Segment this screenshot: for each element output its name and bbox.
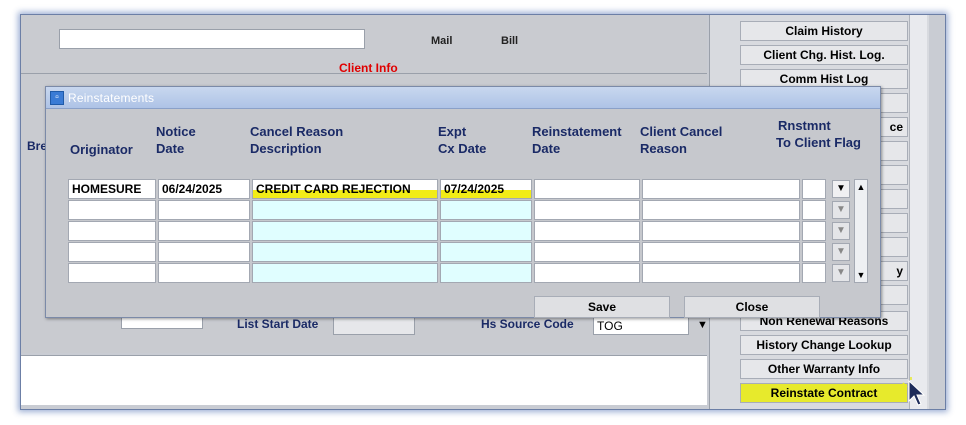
app-window: Mail Bill Client Info Bre List Start Dat… xyxy=(20,14,946,410)
grid-scrollbar[interactable]: ▲ ▼ xyxy=(854,179,868,283)
col-rnstmnt-line1: Rnstmnt xyxy=(778,118,831,133)
row4-expt-cx-date[interactable] xyxy=(440,263,532,283)
save-button[interactable]: Save xyxy=(534,296,670,318)
col-rnstmnt-line2: To Client Flag xyxy=(776,135,861,150)
bill-button[interactable]: Bill xyxy=(501,35,518,47)
bottom-panel xyxy=(21,355,707,405)
row3-notice-date[interactable] xyxy=(158,242,250,262)
row4-originator[interactable] xyxy=(68,263,156,283)
other-warranty-info-button[interactable]: Other Warranty Info xyxy=(740,359,908,379)
mail-button[interactable]: Mail xyxy=(431,35,452,47)
row0-notice-date[interactable]: 06/24/2025 xyxy=(158,179,250,199)
col-rnstmnt-flag: Rnstmnt To Client Flag xyxy=(776,117,861,151)
col-client-cancel-line1: Client Cancel xyxy=(640,124,723,139)
row3-cancel-reason[interactable] xyxy=(252,242,438,262)
col-notice-date: Notice Date xyxy=(156,123,196,157)
history-change-lookup-button[interactable]: History Change Lookup xyxy=(740,335,908,355)
close-button[interactable]: Close xyxy=(684,296,820,318)
row3-flag[interactable] xyxy=(802,242,826,262)
row0-client-cancel-reason[interactable] xyxy=(642,179,800,199)
row1-expt-cx-date[interactable] xyxy=(440,200,532,220)
row4-reinstatement-date[interactable] xyxy=(534,263,640,283)
col-expt-cx-date: Expt Cx Date xyxy=(438,123,486,157)
col-cancel-reason-line2: Description xyxy=(250,141,322,156)
row3-expt-cx-date[interactable] xyxy=(440,242,532,262)
list-start-date-label: List Start Date xyxy=(237,317,319,331)
row4-flag[interactable] xyxy=(802,263,826,283)
row0-lov-arrow-icon[interactable]: ▼ xyxy=(832,180,850,198)
reinstate-contract-button[interactable]: Reinstate Contract xyxy=(740,383,908,403)
row4-notice-date[interactable] xyxy=(158,263,250,283)
app-icon: ▫ xyxy=(50,91,64,105)
col-expt-cx-line1: Expt xyxy=(438,124,467,139)
row1-originator[interactable] xyxy=(68,200,156,220)
row2-expt-cx-date[interactable] xyxy=(440,221,532,241)
scroll-up-icon[interactable]: ▲ xyxy=(855,180,867,194)
col-reinstatement-date: Reinstatement Date xyxy=(532,123,622,157)
row2-originator[interactable] xyxy=(68,221,156,241)
row2-flag[interactable] xyxy=(802,221,826,241)
row3-lov-arrow-icon[interactable]: ▼ xyxy=(832,243,850,261)
row1-flag[interactable] xyxy=(802,200,826,220)
row4-lov-arrow-icon[interactable]: ▼ xyxy=(832,264,850,282)
dropdown-arrow-icon[interactable]: ▼ xyxy=(697,319,708,331)
claim-history-button[interactable]: Claim History xyxy=(740,21,908,41)
row1-client-cancel-reason[interactable] xyxy=(642,200,800,220)
row1-cancel-reason[interactable] xyxy=(252,200,438,220)
col-notice-date-line1: Notice xyxy=(156,124,196,139)
row1-notice-date[interactable] xyxy=(158,200,250,220)
row2-notice-date[interactable] xyxy=(158,221,250,241)
partial-label: Bre xyxy=(27,139,48,153)
hs-source-code-label: Hs Source Code xyxy=(481,317,574,331)
col-reinstatement-line1: Reinstatement xyxy=(532,124,622,139)
row4-cancel-reason[interactable] xyxy=(252,263,438,283)
col-originator-label: Originator xyxy=(70,142,133,157)
col-expt-cx-line2: Cx Date xyxy=(438,141,487,156)
row2-lov-arrow-icon[interactable]: ▼ xyxy=(832,222,850,240)
col-client-cancel-line2: Reason xyxy=(640,141,687,156)
mouse-cursor-icon xyxy=(902,377,926,406)
row3-originator[interactable] xyxy=(68,242,156,262)
dialog-title-bar[interactable]: ▫ Reinstatements xyxy=(46,87,880,109)
row0-expt-cx-date[interactable]: 07/24/2025 xyxy=(440,179,532,199)
reinstatements-dialog: ▫ Reinstatements Originator Notice Date … xyxy=(45,86,881,318)
row0-reinstatement-date[interactable] xyxy=(534,179,640,199)
row2-cancel-reason[interactable] xyxy=(252,221,438,241)
divider xyxy=(21,73,707,74)
row0-cancel-reason[interactable]: CREDIT CARD REJECTION xyxy=(252,179,438,199)
row3-client-cancel-reason[interactable] xyxy=(642,242,800,262)
row0-originator[interactable]: HOMESURE xyxy=(68,179,156,199)
col-reinstatement-line2: Date xyxy=(532,141,561,156)
row3-reinstatement-date[interactable] xyxy=(534,242,640,262)
scroll-down-icon[interactable]: ▼ xyxy=(855,268,867,282)
col-cancel-reason-line1: Cancel Reason xyxy=(250,124,344,139)
page-scrollbar[interactable] xyxy=(909,15,927,409)
col-client-cancel-reason: Client Cancel Reason xyxy=(640,123,722,157)
row2-reinstatement-date[interactable] xyxy=(534,221,640,241)
hs-source-code-field[interactable]: TOG xyxy=(593,317,689,335)
row1-lov-arrow-icon[interactable]: ▼ xyxy=(832,201,850,219)
list-start-date-field[interactable] xyxy=(333,317,415,335)
row4-client-cancel-reason[interactable] xyxy=(642,263,800,283)
row1-reinstatement-date[interactable] xyxy=(534,200,640,220)
row0-flag[interactable] xyxy=(802,179,826,199)
client-chg-hist-log-button[interactable]: Client Chg. Hist. Log. xyxy=(740,45,908,65)
col-cancel-reason: Cancel Reason Description xyxy=(250,123,343,157)
dialog-title: Reinstatements xyxy=(68,91,155,105)
top-text-field[interactable] xyxy=(59,29,365,49)
row2-client-cancel-reason[interactable] xyxy=(642,221,800,241)
col-originator: Originator xyxy=(70,141,133,158)
col-notice-date-line2: Date xyxy=(156,141,185,156)
